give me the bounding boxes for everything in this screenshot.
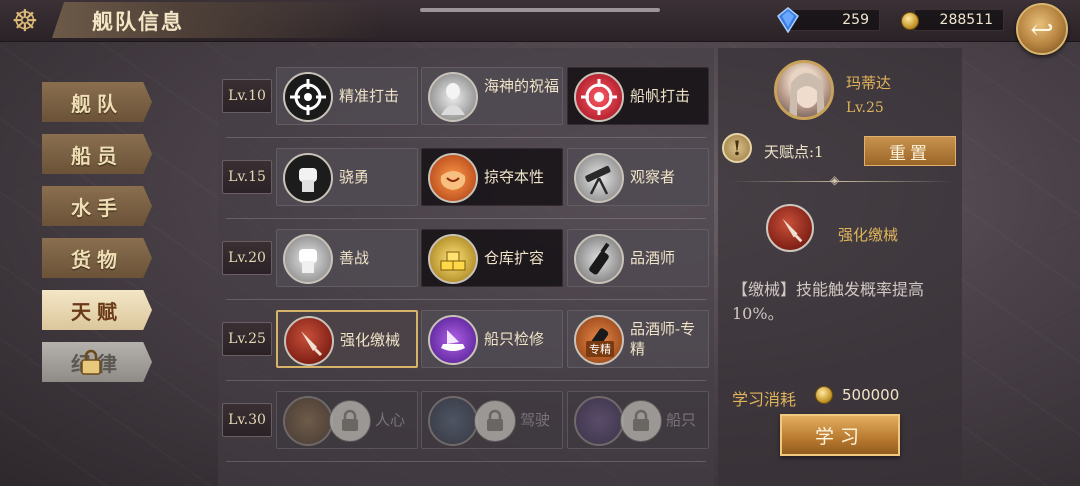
ship-wheel-icon[interactable]: ☸ xyxy=(2,0,48,42)
drag-handle xyxy=(420,8,660,12)
skill-label: 掠夺本性 xyxy=(484,168,545,186)
level-badge: Lv.15 xyxy=(222,160,272,194)
skill-locked-2[interactable]: 驾驶 xyxy=(421,391,563,449)
skill-precise-strike[interactable]: 精准打击 xyxy=(276,67,418,125)
row-divider xyxy=(226,218,706,219)
cost-label: 学习消耗 xyxy=(732,390,797,409)
skill-label: 强化缴械 xyxy=(340,331,401,349)
gold-counter: 288511 xyxy=(901,9,1004,31)
gold-count: 288511 xyxy=(939,12,993,28)
skill-label: 品酒师 xyxy=(630,249,676,267)
skill-locked-3[interactable]: 船只 xyxy=(567,391,709,449)
tab-fleet[interactable]: 舰队 xyxy=(42,82,152,122)
level-badge: Lv.30 xyxy=(222,403,272,437)
helm-icon xyxy=(428,396,478,446)
skill-locked-1[interactable]: 人心 xyxy=(276,391,418,449)
skill-plunder-nature[interactable]: 掠夺本性 xyxy=(421,148,563,206)
cost-value: 500000 xyxy=(842,386,900,404)
level-badge: Lv.10 xyxy=(222,79,272,113)
crosshair-icon xyxy=(283,72,333,122)
skill-sommelier[interactable]: 品酒师 xyxy=(567,229,709,287)
skill-label: 品酒师-专精 xyxy=(630,320,696,358)
skill-description: 【缴械】技能触发概率提高10%。 xyxy=(732,280,925,323)
skill-label: 观察者 xyxy=(630,168,676,186)
tab-sailors[interactable]: 水手 xyxy=(42,186,152,226)
selected-skill-name: 强化缴械 xyxy=(838,226,899,244)
reset-button[interactable]: 重置 xyxy=(864,136,956,166)
skill-label: 善战 xyxy=(339,249,370,267)
figure-icon xyxy=(283,396,333,446)
skill-sea-god-blessing[interactable]: 海神的祝福 xyxy=(421,67,563,125)
divider-ornament-icon: ◈ xyxy=(830,173,840,187)
tab-crew[interactable]: 船员 xyxy=(42,134,152,174)
fist-icon xyxy=(283,234,333,284)
lock-icon xyxy=(474,400,516,442)
skill-sommelier-specialist[interactable]: 专精 品酒师-专精 xyxy=(567,310,709,368)
skill-label: 骁勇 xyxy=(339,168,370,186)
talent-points: 天赋点:1 xyxy=(764,143,824,161)
skill-label: 海神的祝福 xyxy=(484,77,560,95)
lock-icon xyxy=(329,400,371,442)
ship-icon xyxy=(574,396,624,446)
character-level: Lv.25 xyxy=(846,100,884,116)
tab-cargo[interactable]: 货物 xyxy=(42,238,152,278)
row-divider xyxy=(226,137,706,138)
row-divider xyxy=(226,461,706,462)
gem-counter: 259 xyxy=(777,7,880,33)
gold-bars-icon xyxy=(428,234,478,284)
dagger-icon xyxy=(766,204,814,252)
plunder-icon xyxy=(428,153,478,203)
wine-bottle-icon xyxy=(574,234,624,284)
sea-god-icon xyxy=(428,72,478,122)
skill-label: 精准打击 xyxy=(339,87,400,105)
character-name: 玛蒂达 xyxy=(846,74,892,92)
skill-ship-repair[interactable]: 船只检修 xyxy=(421,310,563,368)
back-arrow-button[interactable]: ↩ xyxy=(1016,3,1068,55)
fist-icon xyxy=(283,153,333,203)
sail-strike-icon xyxy=(574,72,624,122)
row-divider xyxy=(226,380,706,381)
level-badge: Lv.25 xyxy=(222,322,272,356)
character-avatar xyxy=(774,60,834,120)
dagger-icon xyxy=(284,316,334,366)
lock-icon xyxy=(620,400,662,442)
skill-valor[interactable]: 骁勇 xyxy=(276,148,418,206)
wine-specialist-icon: 专精 xyxy=(574,315,624,365)
skill-label: 船只检修 xyxy=(484,330,545,348)
skill-enhanced-disarm[interactable]: 强化缴械 xyxy=(276,310,418,368)
telescope-icon xyxy=(574,153,624,203)
skill-warehouse-expansion[interactable]: 仓库扩容 xyxy=(421,229,563,287)
top-bar: ☸ 舰队信息 259 288511 xyxy=(0,0,1080,42)
gem-count: 259 xyxy=(842,12,869,28)
divider xyxy=(730,181,952,182)
gold-coin-icon xyxy=(815,386,833,404)
page-title: 舰队信息 xyxy=(92,9,184,34)
level-badge: Lv.20 xyxy=(222,241,272,275)
tab-talent[interactable]: 天赋 xyxy=(42,290,152,330)
skill-label: 仓库扩容 xyxy=(484,249,545,267)
tab-discipline[interactable]: 纪律 xyxy=(42,342,152,382)
skill-sail-strike[interactable]: 船帆打击 xyxy=(567,67,709,125)
row-divider xyxy=(226,299,706,300)
specialist-tag: 专精 xyxy=(586,341,614,357)
gold-coin-icon xyxy=(901,12,919,30)
ship-repair-icon xyxy=(428,315,478,365)
skill-observer[interactable]: 观察者 xyxy=(567,148,709,206)
skill-good-fighter[interactable]: 善战 xyxy=(276,229,418,287)
learn-button[interactable]: 学习 xyxy=(780,414,900,456)
blue-gem-icon xyxy=(777,7,799,33)
exclamation-icon: ! xyxy=(722,133,752,163)
lock-icon xyxy=(81,349,101,375)
skill-label: 船帆打击 xyxy=(630,87,691,105)
